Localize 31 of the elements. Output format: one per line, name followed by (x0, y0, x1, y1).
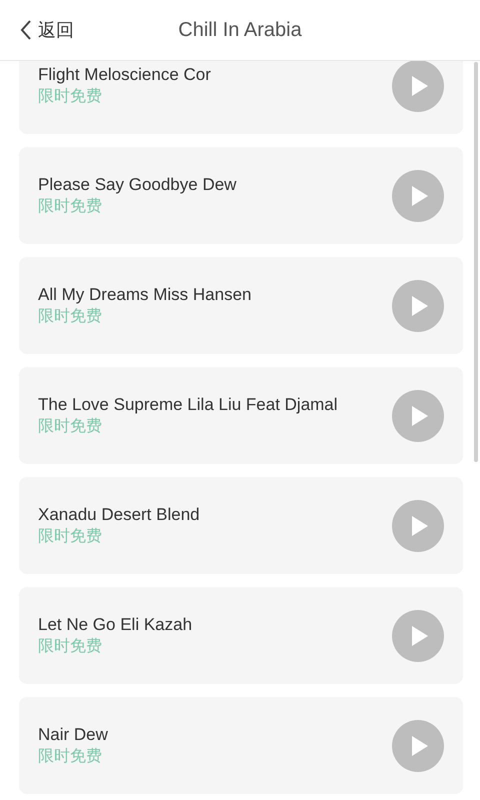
track-card[interactable]: Nair Dew 限时免费 (19, 697, 463, 794)
price-tag: 限时免费 (38, 306, 252, 328)
track-card[interactable]: Let Ne Go Eli Kazah 限时免费 (19, 587, 463, 684)
back-icon (20, 19, 32, 41)
price-tag: 限时免费 (38, 526, 200, 548)
track-title: Flight Meloscience Cor (38, 64, 211, 86)
track-card[interactable]: Xanadu Desert Blend 限时免费 (19, 477, 463, 574)
track-title: The Love Supreme Lila Liu Feat Djamal (38, 394, 338, 416)
track-title: Let Ne Go Eli Kazah (38, 614, 192, 636)
track-card[interactable]: All My Dreams Miss Hansen 限时免费 (19, 257, 463, 354)
price-tag: 限时免费 (38, 86, 211, 108)
price-tag: 限时免费 (38, 196, 236, 218)
page-title: Chill In Arabia (178, 18, 302, 43)
play-button[interactable] (392, 720, 444, 772)
play-button[interactable] (392, 390, 444, 442)
price-tag: 限时免费 (38, 636, 192, 658)
play-button[interactable] (392, 170, 444, 222)
price-tag: 限时免费 (38, 416, 338, 438)
track-card[interactable]: Flight Meloscience Cor 限时免费 (19, 61, 463, 134)
track-title: Xanadu Desert Blend (38, 504, 200, 526)
price-tag: 限时免费 (38, 746, 108, 768)
back-button[interactable]: 返回 (20, 16, 74, 44)
track-card[interactable]: The Love Supreme Lila Liu Feat Djamal 限时免费 (19, 367, 463, 464)
play-button[interactable] (392, 500, 444, 552)
play-button[interactable] (392, 61, 444, 112)
track-title: Please Say Goodbye Dew (38, 174, 236, 196)
track-card[interactable]: Please Say Goodbye Dew 限时免费 (19, 147, 463, 244)
track-title: Nair Dew (38, 724, 108, 746)
play-button[interactable] (392, 610, 444, 662)
play-button[interactable] (392, 280, 444, 332)
track-title: All My Dreams Miss Hansen (38, 284, 252, 306)
